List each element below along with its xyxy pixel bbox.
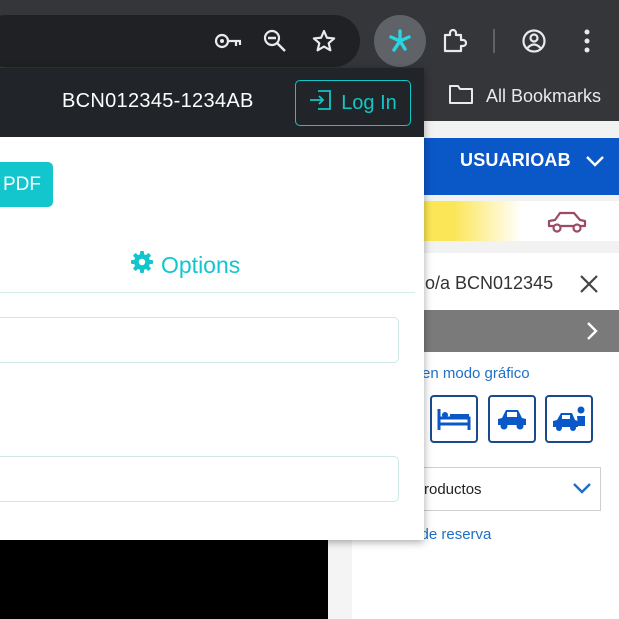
star-icon[interactable] bbox=[310, 27, 338, 55]
address-bar[interactable] bbox=[0, 15, 360, 67]
chevron-right-icon[interactable] bbox=[585, 320, 599, 347]
popup-field-2[interactable] bbox=[0, 456, 399, 502]
chauffeur-car-icon[interactable] bbox=[545, 395, 593, 443]
page-background-dark bbox=[0, 540, 328, 619]
key-icon[interactable] bbox=[214, 29, 244, 53]
hotel-bed-icon[interactable] bbox=[430, 395, 478, 443]
toolbar-separator bbox=[493, 29, 495, 53]
chevron-down-icon[interactable] bbox=[572, 481, 592, 500]
login-icon bbox=[309, 89, 333, 117]
pdf-button[interactable]: PDF bbox=[0, 162, 53, 207]
all-bookmarks-label: All Bookmarks bbox=[486, 85, 602, 106]
options-tab[interactable]: Options bbox=[130, 250, 240, 280]
login-button[interactable]: Log In bbox=[295, 80, 411, 126]
popup-header: BCN012345-1234AB Log In bbox=[0, 68, 424, 137]
gear-icon bbox=[130, 250, 154, 280]
login-label: Log In bbox=[341, 91, 397, 114]
all-bookmarks-button[interactable]: All Bookmarks bbox=[448, 82, 601, 110]
pdf-label: PDF bbox=[3, 173, 41, 195]
graphic-mode-link[interactable]: en modo gráfico bbox=[422, 365, 530, 382]
page-gap bbox=[328, 540, 352, 619]
folder-icon bbox=[448, 83, 474, 110]
chevron-down-icon[interactable] bbox=[584, 150, 606, 177]
user-menu-label[interactable]: USUARIOAB bbox=[460, 150, 571, 171]
profile-icon[interactable] bbox=[520, 27, 548, 55]
puzzle-icon[interactable] bbox=[440, 27, 468, 55]
booking-reference: BCN012345-1234AB bbox=[62, 90, 254, 112]
options-label: Options bbox=[161, 251, 241, 278]
products-select-label: roductos bbox=[424, 481, 482, 498]
zoom-out-icon[interactable] bbox=[262, 28, 288, 54]
close-icon[interactable] bbox=[579, 274, 599, 299]
more-vert-icon[interactable] bbox=[576, 27, 598, 55]
car-rental-icon[interactable] bbox=[488, 395, 536, 443]
booking-title: io/a BCN012345 bbox=[421, 273, 554, 293]
extension-popup: BCN012345-1234AB Log In PDF Options bbox=[0, 68, 424, 540]
popup-field-1[interactable] bbox=[0, 317, 399, 363]
car-icon bbox=[546, 207, 588, 240]
options-divider bbox=[0, 292, 415, 293]
extension-star-icon[interactable] bbox=[386, 27, 414, 55]
